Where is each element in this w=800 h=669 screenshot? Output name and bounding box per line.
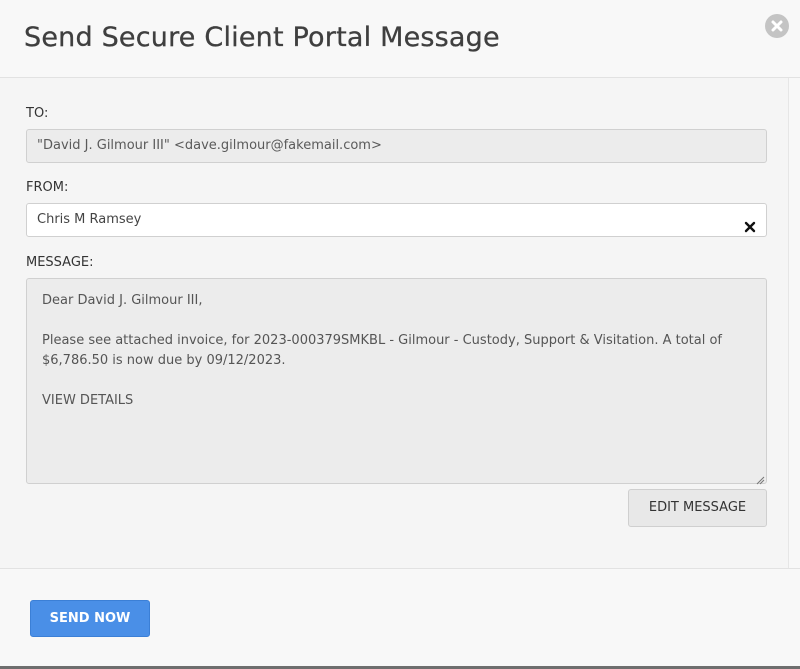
to-label: TO:: [26, 106, 49, 121]
close-icon: [771, 20, 783, 32]
resize-handle-icon[interactable]: [755, 472, 765, 485]
message-greeting: Dear David J. Gilmour III,: [42, 293, 203, 308]
send-now-button[interactable]: SEND NOW: [30, 600, 150, 637]
scrollbar[interactable]: [788, 78, 800, 568]
modal-body: TO: "David J. Gilmour III" <dave.gilmour…: [0, 78, 788, 568]
from-label: FROM:: [26, 180, 69, 195]
to-field: "David J. Gilmour III" <dave.gilmour@fak…: [26, 129, 767, 163]
view-details-text: VIEW DETAILS: [42, 393, 134, 408]
clear-icon[interactable]: [744, 214, 756, 233]
modal-footer: SEND NOW: [0, 568, 800, 666]
from-field[interactable]: Chris M Ramsey: [26, 203, 767, 237]
message-textarea[interactable]: Dear David J. Gilmour III, Please see at…: [26, 278, 767, 485]
message-label: MESSAGE:: [26, 255, 94, 270]
modal-title: Send Secure Client Portal Message: [24, 22, 500, 53]
modal-header: Send Secure Client Portal Message: [0, 0, 800, 78]
close-button[interactable]: [765, 14, 789, 38]
edit-message-button[interactable]: EDIT MESSAGE: [628, 489, 767, 527]
from-value: Chris M Ramsey: [37, 212, 142, 227]
send-message-modal: Send Secure Client Portal Message TO: "D…: [0, 0, 800, 669]
message-body: Please see attached invoice, for 2023-00…: [42, 333, 722, 368]
